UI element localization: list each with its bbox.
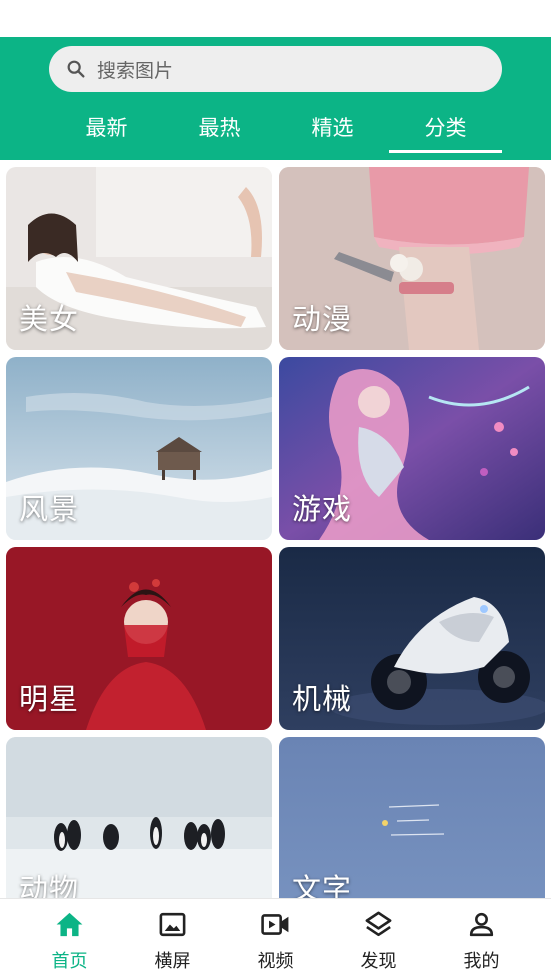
tab-label: 分类 <box>424 116 467 140</box>
category-card-text[interactable]: 文字 <box>279 737 545 898</box>
category-label: 文字 <box>292 872 353 898</box>
category-grid: 美女 动漫 风景 游戏 明星 机械 动物 文字 <box>0 160 551 898</box>
nav-label: 首页 <box>51 951 88 972</box>
nav-home[interactable]: 首页 <box>18 899 121 980</box>
home-icon <box>56 912 83 937</box>
category-label: 风景 <box>19 492 80 526</box>
nav-video[interactable]: 视频 <box>224 899 327 980</box>
category-label: 动漫 <box>292 302 353 336</box>
search-icon <box>67 60 85 78</box>
category-card-scenery[interactable]: 风景 <box>6 357 272 540</box>
category-card-game[interactable]: 游戏 <box>279 357 545 540</box>
category-label: 明星 <box>19 682 80 716</box>
category-label: 动物 <box>19 872 80 898</box>
person-icon <box>469 912 494 937</box>
category-label: 机械 <box>292 682 353 716</box>
tab-hottest[interactable]: 最热 <box>163 109 276 157</box>
search-placeholder: 搜索图片 <box>97 59 174 82</box>
category-card-anime[interactable]: 动漫 <box>279 167 545 350</box>
image-icon <box>159 912 186 937</box>
nav-discover[interactable]: 发现 <box>327 899 430 980</box>
tab-label: 最热 <box>198 116 241 140</box>
category-label: 美女 <box>19 302 80 336</box>
nav-landscape[interactable]: 横屏 <box>121 899 224 980</box>
layers-icon <box>365 911 392 937</box>
category-card-celebrity[interactable]: 明星 <box>6 547 272 730</box>
tab-categories[interactable]: 分类 <box>389 109 502 157</box>
tab-label: 精选 <box>311 116 354 140</box>
nav-label: 横屏 <box>154 951 191 972</box>
category-label: 游戏 <box>292 492 353 526</box>
bottom-nav: 首页 横屏 视频 发现 我的 <box>0 898 551 979</box>
nav-label: 视频 <box>257 951 294 972</box>
tab-bar: 最新 最热 精选 分类 <box>0 109 551 157</box>
tab-indicator <box>389 150 502 153</box>
status-bar <box>0 0 551 37</box>
category-card-beauty[interactable]: 美女 <box>6 167 272 350</box>
nav-label: 我的 <box>463 951 500 972</box>
search-bar[interactable]: 搜索图片 <box>49 46 502 92</box>
nav-mine[interactable]: 我的 <box>430 899 533 980</box>
tab-label: 最新 <box>85 116 128 140</box>
video-icon <box>261 914 289 935</box>
tab-newest[interactable]: 最新 <box>50 109 163 157</box>
tab-featured[interactable]: 精选 <box>276 109 389 157</box>
category-card-animal[interactable]: 动物 <box>6 737 272 898</box>
category-card-machinery[interactable]: 机械 <box>279 547 545 730</box>
header: 搜索图片 最新 最热 精选 分类 <box>0 37 551 160</box>
nav-label: 发现 <box>360 951 397 972</box>
